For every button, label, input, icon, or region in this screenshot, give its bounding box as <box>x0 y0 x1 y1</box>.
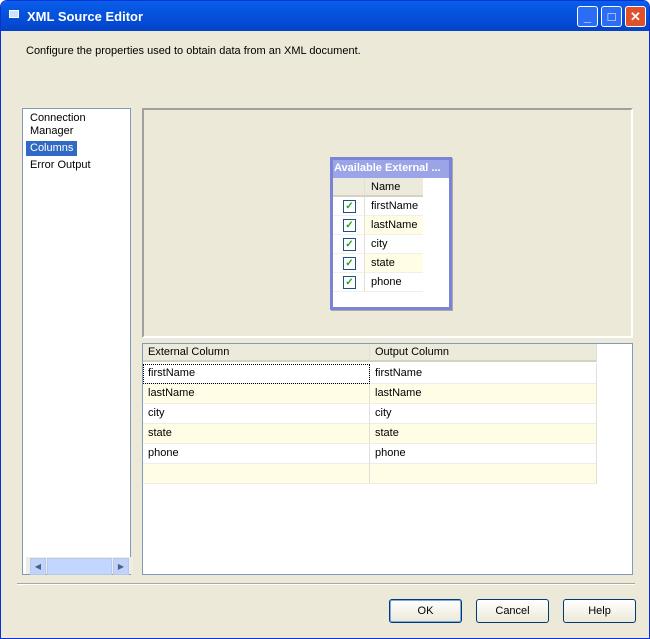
separator <box>17 583 635 585</box>
cancel-button[interactable]: Cancel <box>476 599 549 623</box>
check-header <box>333 178 365 197</box>
table-row: city city <box>143 404 632 424</box>
output-column-cell[interactable]: firstName <box>370 364 597 384</box>
horizontal-scrollbar[interactable]: ◀ ▶ <box>26 557 133 575</box>
available-column-row: ✓ city <box>333 235 449 254</box>
external-column-cell[interactable]: phone <box>143 444 370 464</box>
column-checkbox[interactable]: ✓ <box>343 200 356 213</box>
maximize-button[interactable]: □ <box>601 6 622 27</box>
window-title: XML Source Editor <box>27 9 144 24</box>
available-column-name: lastName <box>365 216 423 235</box>
table-row: state state <box>143 424 632 444</box>
nav-item-error-output[interactable]: Error Output <box>26 158 127 173</box>
table-row: firstName firstName <box>143 364 632 384</box>
help-button[interactable]: Help <box>563 599 636 623</box>
external-column-cell[interactable]: lastName <box>143 384 370 404</box>
name-header: Name <box>365 178 423 197</box>
available-column-name: firstName <box>365 197 423 216</box>
minimize-button[interactable]: _ <box>577 6 598 27</box>
available-column-row: ✓ phone <box>333 273 449 292</box>
external-column-cell[interactable] <box>143 464 370 484</box>
external-column-cell[interactable]: state <box>143 424 370 444</box>
external-column-cell[interactable]: firstName <box>143 364 370 384</box>
table-row <box>143 464 632 484</box>
available-columns-title: Available External ... <box>333 160 449 178</box>
nav-item-connection-manager[interactable]: Connection Manager <box>26 111 127 139</box>
available-column-name: state <box>365 254 423 273</box>
available-column-row: ✓ firstName <box>333 197 449 216</box>
column-checkbox[interactable]: ✓ <box>343 276 356 289</box>
scroll-left-icon[interactable]: ◀ <box>30 558 46 575</box>
app-icon <box>9 10 19 18</box>
nav-item-columns[interactable]: Columns <box>26 141 78 156</box>
column-checkbox[interactable]: ✓ <box>343 257 356 270</box>
scroll-right-icon[interactable]: ▶ <box>113 558 129 575</box>
output-column-cell[interactable]: lastName <box>370 384 597 404</box>
external-column-header: External Column <box>143 344 370 362</box>
table-row: phone phone <box>143 444 632 464</box>
output-column-cell[interactable] <box>370 464 597 484</box>
available-column-row: ✓ lastName <box>333 216 449 235</box>
available-column-name: city <box>365 235 423 254</box>
available-external-columns: Available External ... Name ✓ firstName ✓ l… <box>330 157 452 310</box>
page-nav: Connection Manager Columns Error Output … <box>22 108 133 575</box>
column-checkbox[interactable]: ✓ <box>343 238 356 251</box>
scroll-thumb[interactable] <box>47 558 112 575</box>
output-column-cell[interactable]: city <box>370 404 597 424</box>
output-column-cell[interactable]: phone <box>370 444 597 464</box>
external-column-cell[interactable]: city <box>143 404 370 424</box>
column-checkbox[interactable]: ✓ <box>343 219 356 232</box>
columns-canvas: Available External ... Name ✓ firstName ✓ l… <box>142 108 633 338</box>
available-column-row: ✓ state <box>333 254 449 273</box>
title-bar: XML Source Editor _ □ ✕ <box>1 1 649 31</box>
close-button[interactable]: ✕ <box>625 6 646 27</box>
output-column-cell[interactable]: state <box>370 424 597 444</box>
table-row: lastName lastName <box>143 384 632 404</box>
column-mapping-grid: External Column Output Column firstName fi… <box>142 343 633 575</box>
description: Configure the properties used to obtain … <box>26 45 361 57</box>
available-column-name: phone <box>365 273 423 292</box>
output-column-header: Output Column <box>370 344 597 362</box>
ok-button[interactable]: OK <box>389 599 462 623</box>
xml-source-editor-window: XML Source Editor _ □ ✕ Configure the pr… <box>0 0 650 639</box>
